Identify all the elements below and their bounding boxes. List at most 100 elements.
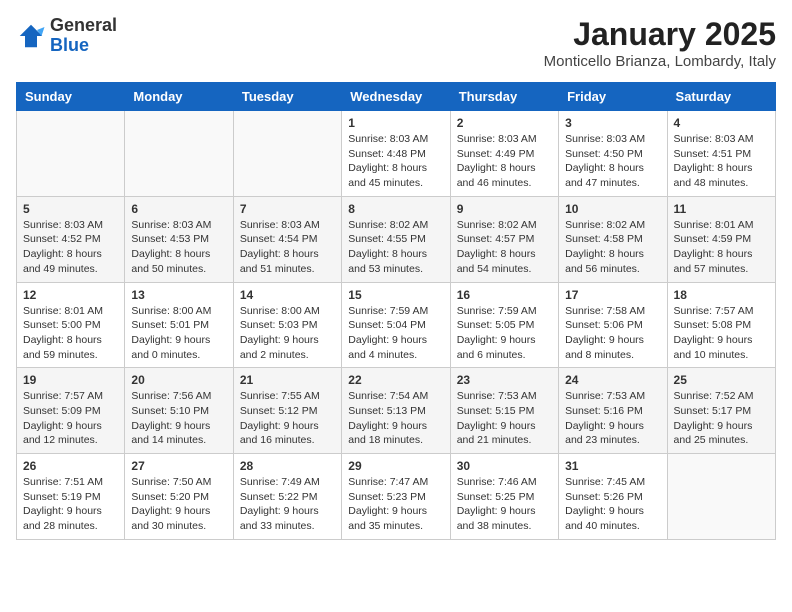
calendar-subtitle: Monticello Brianza, Lombardy, Italy [544, 53, 776, 70]
day-number: 31 [565, 459, 660, 473]
day-info: Sunrise: 7:59 AM Sunset: 5:04 PM Dayligh… [348, 304, 443, 363]
calendar-cell [17, 111, 125, 197]
logo: General Blue [16, 16, 117, 56]
calendar-cell: 27 Sunrise: 7:50 AM Sunset: 5:20 PM Dayli… [125, 454, 233, 540]
calendar-cell: 16Sunrise: 7:59 AM Sunset: 5:05 PM Dayli… [450, 282, 558, 368]
calendar-cell: 15 Sunrise: 7:59 AM Sunset: 5:04 PM Dayli… [342, 282, 450, 368]
day-number: 17 [565, 288, 660, 302]
calendar-cell: 26 Sunrise: 7:51 AM Sunset: 5:19 PM Dayli… [17, 454, 125, 540]
calendar-cell: 20 Sunrise: 7:56 AM Sunset: 5:10 PM Dayli… [125, 368, 233, 454]
week-row-1: 1Sunrise: 8:03 AM Sunset: 4:48 PM Daylig… [17, 111, 776, 197]
calendar-cell: 23 Sunrise: 7:53 AM Sunset: 5:15 PM Dayli… [450, 368, 558, 454]
day-info: Sunrise: 7:47 AM Sunset: 5:23 PM Dayligh… [348, 475, 443, 534]
day-number: 5 [23, 202, 118, 216]
day-number: 26 [23, 459, 118, 473]
day-header-tuesday: Tuesday [233, 83, 341, 111]
day-number: 30 [457, 459, 552, 473]
day-number: 23 [457, 373, 552, 387]
day-info: Sunrise: 7:57 AM Sunset: 5:09 PM Dayligh… [23, 389, 118, 448]
day-info: Sunrise: 8:03 AM Sunset: 4:53 PM Dayligh… [131, 218, 226, 277]
day-info: Sunrise: 7:51 AM Sunset: 5:19 PM Dayligh… [23, 475, 118, 534]
day-info: Sunrise: 8:03 AM Sunset: 4:49 PM Dayligh… [457, 132, 552, 191]
calendar-cell: 30 Sunrise: 7:46 AM Sunset: 5:25 PM Dayli… [450, 454, 558, 540]
calendar-cell: 18 Sunrise: 7:57 AM Sunset: 5:08 PM Dayli… [667, 282, 775, 368]
week-row-3: 12 Sunrise: 8:01 AM Sunset: 5:00 PM Dayli… [17, 282, 776, 368]
day-header-friday: Friday [559, 83, 667, 111]
week-row-2: 5 Sunrise: 8:03 AM Sunset: 4:52 PM Daylig… [17, 196, 776, 282]
calendar-cell: 21Sunrise: 7:55 AM Sunset: 5:12 PM Dayli… [233, 368, 341, 454]
calendar-cell: 4Sunrise: 8:03 AM Sunset: 4:51 PM Daylig… [667, 111, 775, 197]
day-info: Sunrise: 8:03 AM Sunset: 4:50 PM Dayligh… [565, 132, 660, 191]
day-number: 2 [457, 116, 552, 130]
day-info: Sunrise: 8:03 AM Sunset: 4:54 PM Dayligh… [240, 218, 335, 277]
day-info: Sunrise: 8:00 AM Sunset: 5:03 PM Dayligh… [240, 304, 335, 363]
calendar-header: SundayMondayTuesdayWednesdayThursdayFrid… [17, 83, 776, 111]
day-info: Sunrise: 7:52 AM Sunset: 5:17 PM Dayligh… [674, 389, 769, 448]
calendar-cell: 7Sunrise: 8:03 AM Sunset: 4:54 PM Daylig… [233, 196, 341, 282]
day-number: 25 [674, 373, 769, 387]
day-info: Sunrise: 7:45 AM Sunset: 5:26 PM Dayligh… [565, 475, 660, 534]
day-number: 18 [674, 288, 769, 302]
page-header: General Blue January 2025 Monticello Bri… [16, 16, 776, 70]
calendar-cell: 9 Sunrise: 8:02 AM Sunset: 4:57 PM Daylig… [450, 196, 558, 282]
day-info: Sunrise: 7:46 AM Sunset: 5:25 PM Dayligh… [457, 475, 552, 534]
calendar-cell: 12 Sunrise: 8:01 AM Sunset: 5:00 PM Dayli… [17, 282, 125, 368]
calendar-cell [667, 454, 775, 540]
calendar-title: January 2025 [544, 16, 776, 53]
calendar-cell: 31 Sunrise: 7:45 AM Sunset: 5:26 PM Dayli… [559, 454, 667, 540]
calendar-cell: 14 Sunrise: 8:00 AM Sunset: 5:03 PM Dayli… [233, 282, 341, 368]
day-info: Sunrise: 8:01 AM Sunset: 5:00 PM Dayligh… [23, 304, 118, 363]
day-info: Sunrise: 8:03 AM Sunset: 4:52 PM Dayligh… [23, 218, 118, 277]
calendar-cell: 8Sunrise: 8:02 AM Sunset: 4:55 PM Daylig… [342, 196, 450, 282]
calendar-cell: 10Sunrise: 8:02 AM Sunset: 4:58 PM Dayli… [559, 196, 667, 282]
day-number: 27 [131, 459, 226, 473]
day-number: 22 [348, 373, 443, 387]
day-number: 20 [131, 373, 226, 387]
day-info: Sunrise: 7:57 AM Sunset: 5:08 PM Dayligh… [674, 304, 769, 363]
day-header-monday: Monday [125, 83, 233, 111]
day-number: 9 [457, 202, 552, 216]
day-number: 15 [348, 288, 443, 302]
day-number: 29 [348, 459, 443, 473]
day-number: 14 [240, 288, 335, 302]
week-row-4: 19 Sunrise: 7:57 AM Sunset: 5:09 PM Dayli… [17, 368, 776, 454]
day-info: Sunrise: 7:50 AM Sunset: 5:20 PM Dayligh… [131, 475, 226, 534]
day-number: 11 [674, 202, 769, 216]
calendar-cell: 5 Sunrise: 8:03 AM Sunset: 4:52 PM Daylig… [17, 196, 125, 282]
day-number: 19 [23, 373, 118, 387]
calendar-cell: 17 Sunrise: 7:58 AM Sunset: 5:06 PM Dayli… [559, 282, 667, 368]
calendar-table: SundayMondayTuesdayWednesdayThursdayFrid… [16, 82, 776, 540]
calendar-cell [233, 111, 341, 197]
day-number: 3 [565, 116, 660, 130]
day-number: 1 [348, 116, 443, 130]
day-info: Sunrise: 7:56 AM Sunset: 5:10 PM Dayligh… [131, 389, 226, 448]
calendar-cell: 1Sunrise: 8:03 AM Sunset: 4:48 PM Daylig… [342, 111, 450, 197]
calendar-cell [125, 111, 233, 197]
calendar-cell: 29 Sunrise: 7:47 AM Sunset: 5:23 PM Dayli… [342, 454, 450, 540]
logo-text: General Blue [50, 16, 117, 56]
day-info: Sunrise: 7:49 AM Sunset: 5:22 PM Dayligh… [240, 475, 335, 534]
day-number: 12 [23, 288, 118, 302]
logo-icon [16, 21, 46, 51]
calendar-cell: 22Sunrise: 7:54 AM Sunset: 5:13 PM Dayli… [342, 368, 450, 454]
logo-general-text: General [50, 16, 117, 36]
day-info: Sunrise: 7:53 AM Sunset: 5:15 PM Dayligh… [457, 389, 552, 448]
calendar-cell: 19 Sunrise: 7:57 AM Sunset: 5:09 PM Dayli… [17, 368, 125, 454]
calendar-cell: 25 Sunrise: 7:52 AM Sunset: 5:17 PM Dayli… [667, 368, 775, 454]
calendar-cell: 13Sunrise: 8:00 AM Sunset: 5:01 PM Dayli… [125, 282, 233, 368]
day-info: Sunrise: 7:53 AM Sunset: 5:16 PM Dayligh… [565, 389, 660, 448]
calendar-body: 1Sunrise: 8:03 AM Sunset: 4:48 PM Daylig… [17, 111, 776, 540]
days-of-week-row: SundayMondayTuesdayWednesdayThursdayFrid… [17, 83, 776, 111]
calendar-cell: 3 Sunrise: 8:03 AM Sunset: 4:50 PM Daylig… [559, 111, 667, 197]
calendar-cell: 24Sunrise: 7:53 AM Sunset: 5:16 PM Dayli… [559, 368, 667, 454]
day-header-sunday: Sunday [17, 83, 125, 111]
calendar-cell: 2 Sunrise: 8:03 AM Sunset: 4:49 PM Daylig… [450, 111, 558, 197]
day-info: Sunrise: 8:02 AM Sunset: 4:57 PM Dayligh… [457, 218, 552, 277]
day-info: Sunrise: 7:59 AM Sunset: 5:05 PM Dayligh… [457, 304, 552, 363]
day-info: Sunrise: 7:55 AM Sunset: 5:12 PM Dayligh… [240, 389, 335, 448]
calendar-cell: 6Sunrise: 8:03 AM Sunset: 4:53 PM Daylig… [125, 196, 233, 282]
day-info: Sunrise: 7:58 AM Sunset: 5:06 PM Dayligh… [565, 304, 660, 363]
week-row-5: 26 Sunrise: 7:51 AM Sunset: 5:19 PM Dayli… [17, 454, 776, 540]
day-number: 10 [565, 202, 660, 216]
day-number: 13 [131, 288, 226, 302]
